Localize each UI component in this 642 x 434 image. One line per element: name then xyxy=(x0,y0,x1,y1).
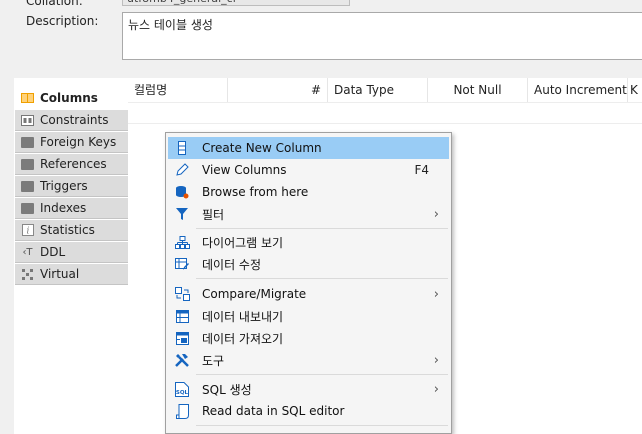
chevron-right-icon: › xyxy=(433,352,439,368)
tab-label: Indexes xyxy=(40,201,87,215)
menu-item-label: Compare/Migrate xyxy=(202,287,307,301)
pencil-icon xyxy=(174,162,190,178)
menu-item-tools[interactable]: 도구 › xyxy=(168,349,449,371)
menu-item-edit-data[interactable]: 데이터 수정 xyxy=(168,253,449,275)
import-icon xyxy=(174,330,190,346)
tab-columns[interactable]: Columns xyxy=(15,86,128,110)
menu-separator xyxy=(196,425,448,426)
tab-label: Statistics xyxy=(40,223,95,237)
tab-label: Virtual xyxy=(40,267,80,281)
column-header-key[interactable]: K xyxy=(628,78,642,102)
tab-label: Foreign Keys xyxy=(40,135,117,149)
chevron-right-icon: › xyxy=(433,381,439,397)
folder-icon xyxy=(21,202,34,214)
menu-item-label: SQL 생성 xyxy=(202,382,252,397)
menu-item-export-data[interactable]: 데이터 내보내기 xyxy=(168,305,449,327)
tools-icon xyxy=(174,352,190,368)
menu-item-generate-sql[interactable]: SQL SQL 생성 › xyxy=(168,378,449,400)
menu-item-label: 필터 xyxy=(202,207,225,222)
chevron-right-icon: › xyxy=(433,206,439,222)
menu-item-compare-migrate[interactable]: Compare/Migrate › xyxy=(168,283,449,305)
menu-item-create-new-column[interactable]: Create New Column xyxy=(168,137,449,159)
tab-references[interactable]: References xyxy=(15,154,128,175)
tab-label: References xyxy=(40,157,107,171)
folder-icon xyxy=(21,158,34,170)
tab-label: DDL xyxy=(40,245,66,259)
filter-icon xyxy=(174,206,190,222)
column-header-not-null[interactable]: Not Null xyxy=(428,78,528,102)
sql-editor-icon xyxy=(174,403,190,419)
menu-item-browse-from-here[interactable]: Browse from here xyxy=(168,181,449,203)
menu-item-label: View Columns xyxy=(202,163,287,177)
virtual-icon xyxy=(21,268,34,280)
collation-field[interactable]: utf8mb4_general_ci xyxy=(122,0,350,6)
svg-text:SQL: SQL xyxy=(176,390,189,396)
grid-row-divider xyxy=(128,123,642,124)
compare-icon xyxy=(174,286,190,302)
tab-label: Triggers xyxy=(40,179,88,193)
menu-item-shortcut: F4 xyxy=(414,163,429,177)
grid-row-divider xyxy=(128,102,642,103)
menu-separator xyxy=(196,278,448,279)
column-header-name[interactable]: 컬럼명 xyxy=(128,78,228,102)
collation-label: Collation: xyxy=(26,0,83,8)
info-icon: i xyxy=(21,224,34,237)
sql-icon: SQL xyxy=(174,381,190,397)
menu-item-filter[interactable]: 필터 › xyxy=(168,203,449,225)
diagram-icon xyxy=(174,234,190,250)
database-icon xyxy=(174,184,190,200)
menu-item-import-data[interactable]: 데이터 가져오기 xyxy=(168,327,449,349)
column-header-auto-increment[interactable]: Auto Increment xyxy=(528,78,628,102)
menu-item-label: 데이터 가져오기 xyxy=(202,331,284,346)
context-menu: Create New Column View Columns F4 Browse… xyxy=(165,132,452,434)
description-label: Description: xyxy=(26,14,99,28)
menu-item-label: 도구 xyxy=(202,353,225,368)
left-margin xyxy=(0,78,14,434)
menu-item-label: 다이어그램 보기 xyxy=(202,235,284,250)
tab-triggers[interactable]: Triggers xyxy=(15,176,128,197)
folder-icon xyxy=(21,136,34,148)
menu-separator xyxy=(196,228,448,229)
description-field[interactable]: 뉴스 테이블 생성 xyxy=(122,12,642,60)
chevron-right-icon: › xyxy=(433,286,439,302)
column-header-data-type[interactable]: Data Type xyxy=(328,78,428,102)
menu-item-label: 데이터 수정 xyxy=(202,257,262,272)
edit-data-icon xyxy=(174,256,190,272)
folder-icon xyxy=(21,180,34,192)
export-icon xyxy=(174,308,190,324)
column-header-number[interactable]: # xyxy=(228,78,328,102)
columns-icon xyxy=(21,93,34,104)
tab-label: Columns xyxy=(40,91,98,105)
new-column-icon xyxy=(174,140,190,156)
menu-item-read-data-in-sql-editor[interactable]: Read data in SQL editor xyxy=(168,400,449,422)
menu-item-label: Create New Column xyxy=(202,141,322,155)
ddl-icon: ‹T xyxy=(22,246,33,258)
menu-separator xyxy=(196,374,448,375)
tab-constraints[interactable]: Constraints xyxy=(15,110,128,131)
menu-item-view-columns[interactable]: View Columns F4 xyxy=(168,159,449,181)
tab-virtual[interactable]: Virtual xyxy=(15,264,128,285)
menu-item-label: Browse from here xyxy=(202,185,309,199)
tab-foreign-keys[interactable]: Foreign Keys xyxy=(15,132,128,153)
menu-item-label: 데이터 내보내기 xyxy=(202,309,284,324)
tab-indexes[interactable]: Indexes xyxy=(15,198,128,219)
tab-statistics[interactable]: i Statistics xyxy=(15,220,128,241)
constraints-icon xyxy=(21,114,34,126)
menu-item-label: Read data in SQL editor xyxy=(202,404,345,418)
menu-item-view-diagram[interactable]: 다이어그램 보기 xyxy=(168,231,449,253)
tab-label: Constraints xyxy=(40,113,109,127)
tab-ddl[interactable]: ‹T DDL xyxy=(15,242,128,263)
svg-text:i: i xyxy=(26,227,29,237)
